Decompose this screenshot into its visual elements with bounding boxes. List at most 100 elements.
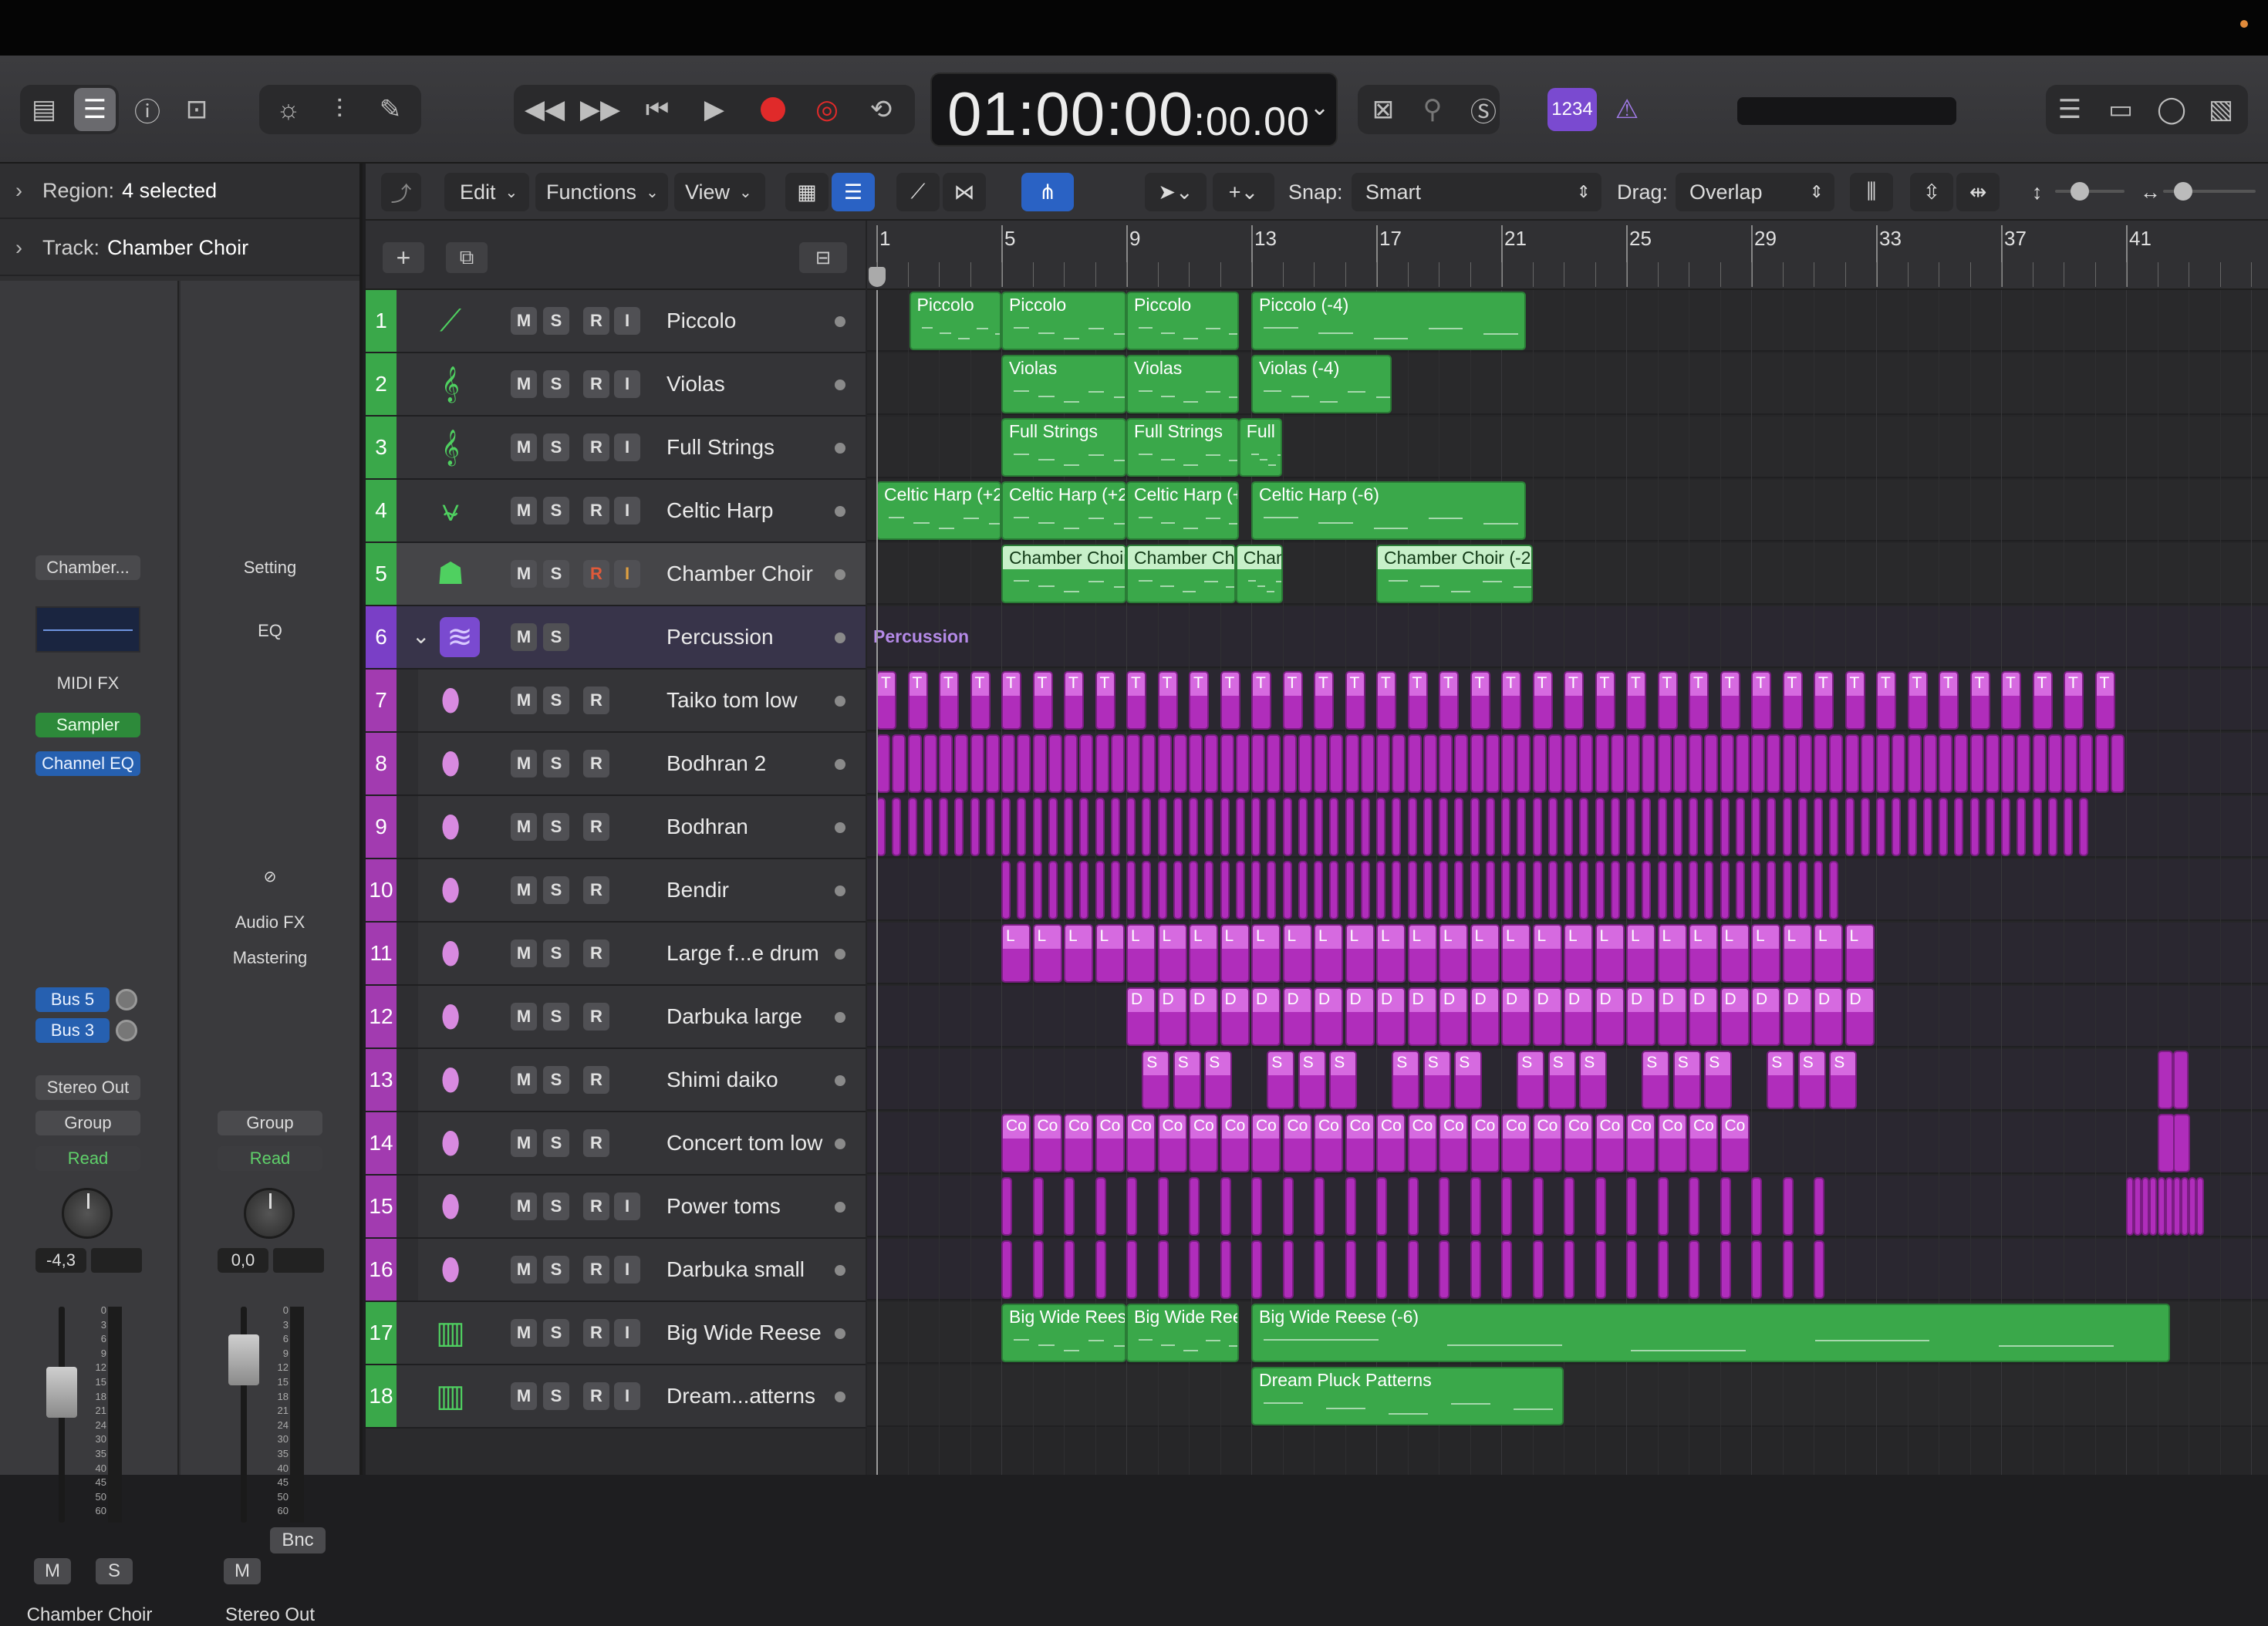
- region-percussion[interactable]: [1985, 734, 2000, 793]
- midi-fx-slot[interactable]: MIDI FX: [35, 671, 140, 696]
- track-name[interactable]: Taiko tom low: [667, 670, 798, 731]
- region-percussion[interactable]: [1532, 798, 1542, 856]
- region-percussion[interactable]: S: [1829, 1051, 1858, 1109]
- region-percussion[interactable]: Co: [1032, 1114, 1062, 1172]
- region-percussion[interactable]: [1392, 861, 1402, 919]
- region-percussion[interactable]: [1657, 1240, 1669, 1299]
- region-percussion[interactable]: [1767, 861, 1777, 919]
- waveform-zoom-icon[interactable]: ⫼: [1850, 173, 1893, 211]
- region-percussion[interactable]: [923, 734, 937, 793]
- region-percussion[interactable]: T: [939, 671, 959, 730]
- region-percussion[interactable]: T: [1657, 671, 1678, 730]
- region-percussion[interactable]: D: [1689, 987, 1718, 1046]
- region-percussion[interactable]: S: [1142, 1051, 1170, 1109]
- cpu-meter[interactable]: [1737, 97, 1956, 125]
- track-name[interactable]: Violas: [667, 353, 725, 415]
- region-percussion[interactable]: [1517, 861, 1527, 919]
- region-percussion[interactable]: [1767, 798, 1777, 856]
- region-percussion[interactable]: Co: [1470, 1114, 1500, 1172]
- mute-button[interactable]: M: [511, 1382, 537, 1410]
- region-percussion[interactable]: [1204, 861, 1214, 919]
- region-big-wide-reese[interactable]: Big Wide Reese: [1001, 1304, 1126, 1362]
- region-percussion[interactable]: L: [1157, 924, 1187, 983]
- region-percussion[interactable]: [1001, 798, 1011, 856]
- lcd-display[interactable]: 01:00:00:00.00 ⌄: [930, 73, 1338, 148]
- region-percussion[interactable]: [1064, 1240, 1075, 1299]
- region-percussion[interactable]: [2017, 798, 2027, 856]
- region-percussion[interactable]: [954, 734, 969, 793]
- region-percussion[interactable]: [1797, 734, 1812, 793]
- vertical-fit-icon[interactable]: ⇳: [1910, 173, 1953, 211]
- region-percussion[interactable]: [1048, 861, 1058, 919]
- region-piccolo[interactable]: Piccolo: [909, 292, 1001, 350]
- region-percussion[interactable]: [1454, 861, 1464, 919]
- region-chamber-choir[interactable]: Chamber Choir: [1126, 545, 1236, 603]
- region-percussion[interactable]: [1189, 1177, 1200, 1236]
- region-percussion[interactable]: [2196, 1177, 2205, 1236]
- region-percussion[interactable]: Co: [1720, 1114, 1750, 1172]
- region-percussion[interactable]: L: [1220, 924, 1250, 983]
- region-percussion[interactable]: [1501, 1177, 1512, 1236]
- region-percussion[interactable]: [1751, 1177, 1762, 1236]
- drum-icon[interactable]: ⬮: [430, 1123, 471, 1163]
- region-percussion[interactable]: D: [1314, 987, 1343, 1046]
- drum-icon[interactable]: ⬮: [430, 1060, 471, 1100]
- volume-fader-handle-output[interactable]: [228, 1334, 259, 1385]
- region-percussion[interactable]: D: [1844, 987, 1875, 1046]
- disclosure-chevron-icon[interactable]: ⌄: [412, 623, 430, 649]
- region-percussion[interactable]: [1797, 798, 1807, 856]
- region-percussion[interactable]: [1642, 861, 1652, 919]
- region-percussion[interactable]: [1345, 1240, 1356, 1299]
- region-percussion[interactable]: L: [1470, 924, 1500, 983]
- region-percussion[interactable]: [2149, 1177, 2158, 1236]
- region-percussion[interactable]: Co: [1376, 1114, 1406, 1172]
- region-percussion[interactable]: [1767, 734, 1781, 793]
- inspector-toggle-icon[interactable]: ☰: [74, 88, 116, 131]
- drag-dropdown[interactable]: Overlap ⇕: [1676, 173, 1834, 211]
- region-percussion[interactable]: L: [1439, 924, 1468, 983]
- region-percussion[interactable]: [1547, 734, 1562, 793]
- region-percussion[interactable]: [1298, 861, 1308, 919]
- mute-button[interactable]: M: [511, 307, 537, 335]
- region-percussion[interactable]: [1142, 798, 1152, 856]
- violin-icon[interactable]: 𝄞: [430, 364, 471, 404]
- region-percussion[interactable]: [1595, 734, 1609, 793]
- region-percussion[interactable]: S: [1329, 1051, 1358, 1109]
- region-percussion[interactable]: L: [1032, 924, 1062, 983]
- region-percussion[interactable]: [1720, 1240, 1731, 1299]
- region-percussion[interactable]: D: [1501, 987, 1531, 1046]
- record-enable-button[interactable]: R: [583, 1319, 609, 1347]
- capture-recording-icon[interactable]: ◎: [804, 88, 850, 131]
- send-knob-icon[interactable]: [116, 1020, 137, 1041]
- volume-fader-handle[interactable]: [46, 1367, 77, 1418]
- region-percussion[interactable]: [2180, 1177, 2189, 1236]
- volume-readout[interactable]: -4,3: [35, 1248, 86, 1273]
- region-percussion[interactable]: [2047, 734, 2062, 793]
- region-percussion[interactable]: [1360, 861, 1370, 919]
- region-percussion[interactable]: [1626, 861, 1635, 919]
- mute-button[interactable]: M: [511, 433, 537, 461]
- snap-dropdown[interactable]: Smart ⇕: [1352, 173, 1601, 211]
- region-percussion[interactable]: Co: [1314, 1114, 1343, 1172]
- region-percussion[interactable]: D: [1407, 987, 1437, 1046]
- input-monitor-button[interactable]: I: [614, 1256, 640, 1284]
- region-percussion[interactable]: L: [1782, 924, 1812, 983]
- piccolo-icon[interactable]: ⟋: [430, 301, 471, 341]
- region-percussion[interactable]: [1485, 798, 1495, 856]
- group-slot-output[interactable]: Group: [218, 1111, 322, 1135]
- region-percussion[interactable]: [1782, 798, 1792, 856]
- region-percussion[interactable]: L: [1282, 924, 1312, 983]
- region-percussion[interactable]: [1298, 734, 1312, 793]
- region-percussion[interactable]: Co: [1345, 1114, 1375, 1172]
- region-percussion[interactable]: [1626, 1240, 1637, 1299]
- region-percussion[interactable]: [1517, 798, 1527, 856]
- region-percussion[interactable]: [2189, 1177, 2196, 1236]
- mute-button[interactable]: M: [511, 1256, 537, 1284]
- region-percussion[interactable]: [1126, 1177, 1137, 1236]
- region-percussion[interactable]: T: [2032, 671, 2053, 730]
- region-piccolo[interactable]: Piccolo: [1126, 292, 1239, 350]
- region-percussion[interactable]: [985, 734, 1000, 793]
- solo-icon[interactable]: Ⓢ: [1463, 88, 1504, 131]
- region-percussion[interactable]: [1439, 798, 1448, 856]
- region-percussion[interactable]: [2094, 734, 2109, 793]
